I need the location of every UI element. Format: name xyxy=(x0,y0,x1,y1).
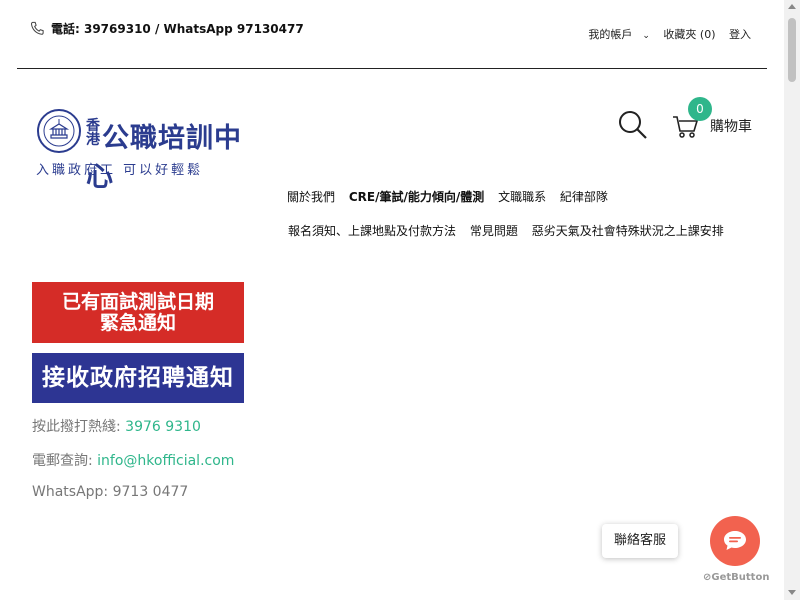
nav-cre-tests[interactable]: CRE/筆試/能力傾向/體測 xyxy=(349,190,484,204)
my-account-link[interactable]: 我的帳戶 ⌄ xyxy=(588,28,650,41)
chat-button[interactable] xyxy=(710,516,760,566)
login-link[interactable]: 登入 xyxy=(729,28,751,41)
cart-label: 購物車 xyxy=(710,119,752,135)
phone-icon xyxy=(30,21,44,35)
nav-disciplined-services[interactable]: 紀律部隊 xyxy=(560,190,608,204)
my-account-label: 我的帳戶 xyxy=(588,28,633,41)
getbutton-label: GetButton xyxy=(711,572,770,583)
contact-hotline: 按此撥打熱綫: 3976 9310 xyxy=(32,416,201,436)
urgent-notice-line1: 已有面試測試日期 xyxy=(61,291,214,313)
email-label: 電郵查詢: xyxy=(32,453,98,469)
header-divider xyxy=(17,68,767,69)
scrollbar-thumb[interactable] xyxy=(788,18,796,82)
page: 電話: 39769310 / WhatsApp 97130477 我的帳戶 ⌄ 收… xyxy=(0,0,784,600)
email-link[interactable]: info@hkofficial.com xyxy=(97,453,234,469)
logo-title-main: 公職培訓中心 xyxy=(86,123,242,193)
vertical-scrollbar[interactable] xyxy=(784,0,800,600)
main-nav-row-2: 報名須知、上課地點及付款方法 常見問題 惡劣天氣及社會特殊狀況之上課安排 xyxy=(288,222,734,239)
cart-count-badge: 0 xyxy=(688,97,712,121)
logo-title: 香港公職培訓中心 xyxy=(86,116,250,194)
logo-title-small: 香港 xyxy=(86,118,101,148)
urgent-notice-banner[interactable]: 已有面試測試日期 緊急通知 xyxy=(32,282,244,343)
chat-bubble-label[interactable]: 聯絡客服 xyxy=(602,524,678,558)
phone-text: 電話: 39769310 / WhatsApp 97130477 xyxy=(51,22,304,36)
chevron-down-icon: ⌄ xyxy=(642,31,650,41)
topbar-phone: 電話: 39769310 / WhatsApp 97130477 xyxy=(30,20,304,37)
favorites-link[interactable]: 收藏夾 (0) xyxy=(663,28,715,41)
logo-slogan: 入職政府工 可以好輕鬆 xyxy=(36,163,204,178)
logo-seal-icon xyxy=(37,109,81,153)
getbutton-brand[interactable]: ⊘GetButton xyxy=(703,572,769,583)
chat-icon xyxy=(724,531,746,550)
site-logo[interactable]: 香港公職培訓中心 入職政府工 可以好輕鬆 xyxy=(36,108,250,193)
search-icon[interactable] xyxy=(618,110,648,140)
main-nav-row-1: 關於我們 CRE/筆試/能力傾向/體測 文職職系 紀律部隊 xyxy=(287,188,618,205)
nav-about-us[interactable]: 關於我們 xyxy=(287,190,335,204)
contact-email: 電郵查詢: info@hkofficial.com xyxy=(32,450,234,470)
nav-bad-weather[interactable]: 惡劣天氣及社會特殊狀況之上課安排 xyxy=(532,224,724,238)
hotline-link[interactable]: 3976 9310 xyxy=(125,419,201,435)
nav-registration-info[interactable]: 報名須知、上課地點及付款方法 xyxy=(288,224,456,238)
recruitment-notice-banner[interactable]: 接收政府招聘通知 xyxy=(32,353,244,403)
scroll-up-arrow-icon[interactable] xyxy=(788,4,796,9)
nav-faq[interactable]: 常見問題 xyxy=(470,224,518,238)
nav-clerical[interactable]: 文職職系 xyxy=(498,190,546,204)
urgent-notice-line2: 緊急通知 xyxy=(99,312,176,334)
top-links: 我的帳戶 ⌄ 收藏夾 (0) 登入 xyxy=(578,26,751,42)
scroll-down-arrow-icon[interactable] xyxy=(788,590,796,595)
contact-whatsapp: WhatsApp: 9713 0477 xyxy=(32,484,189,500)
hotline-label: 按此撥打熱綫: xyxy=(32,419,126,435)
